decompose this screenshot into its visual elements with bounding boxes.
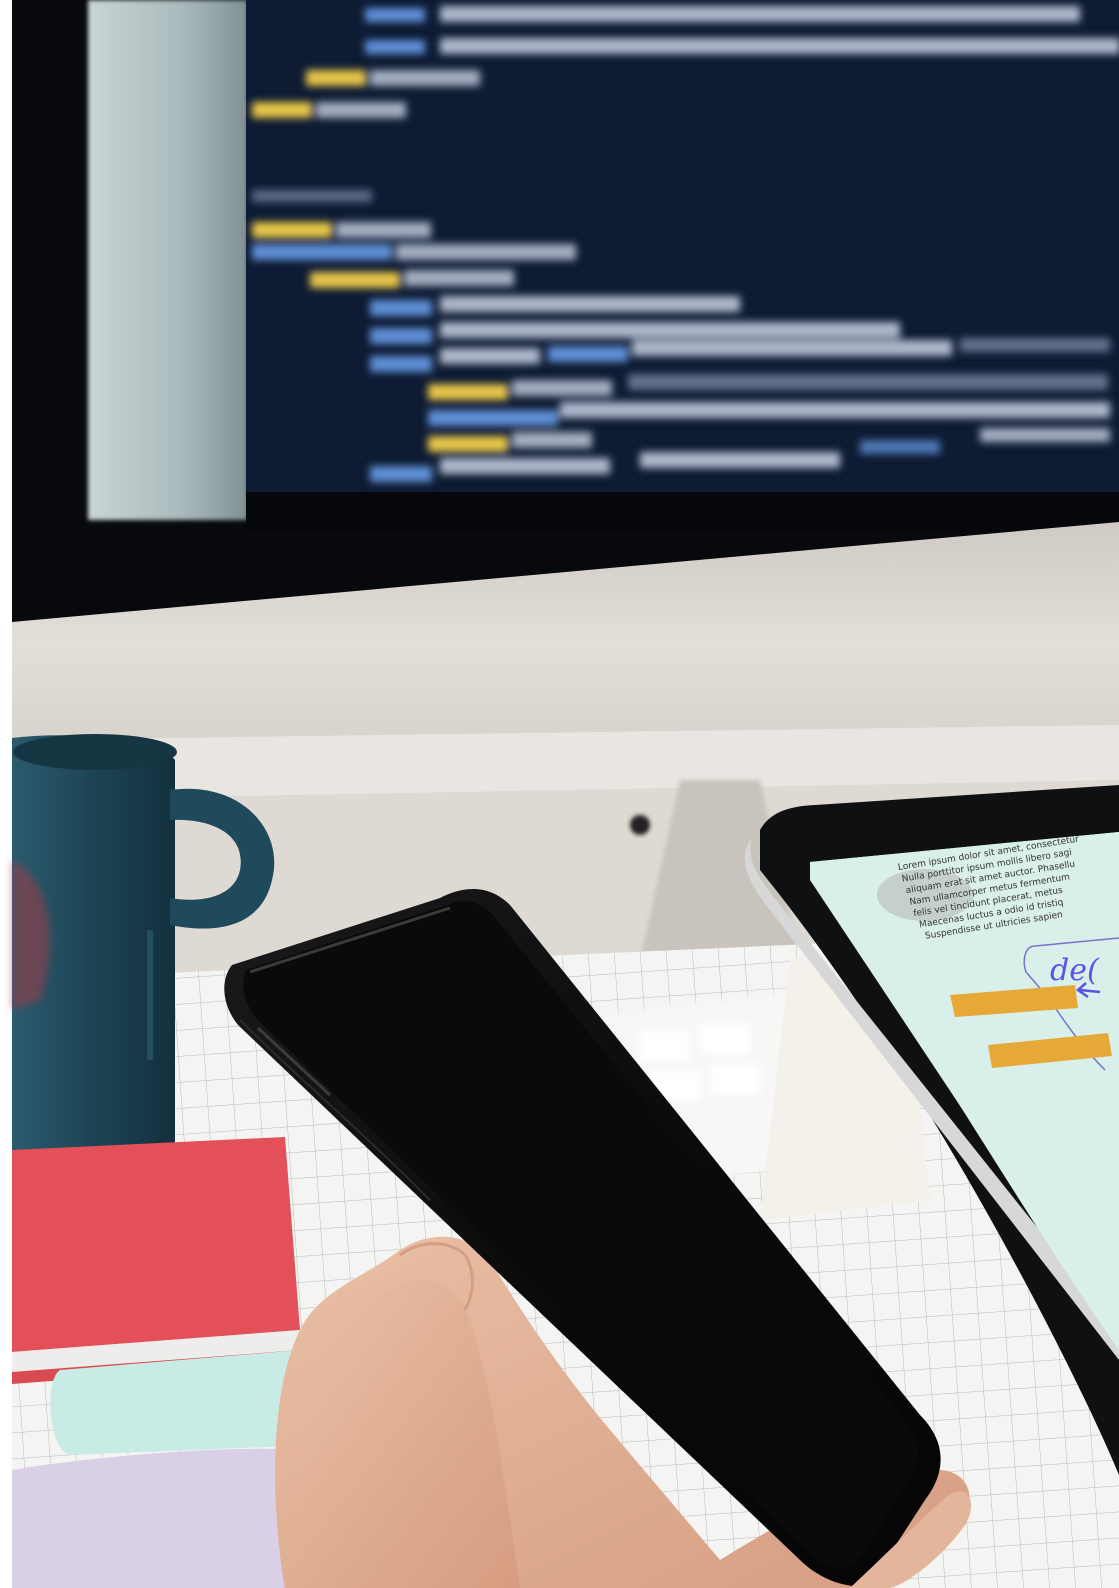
- workspace-photo: Lorem ipsum dolor sit amet, consectetur …: [0, 0, 1119, 1588]
- tablet-handwriting: de(: [1050, 953, 1100, 988]
- lavender-case: [12, 1448, 300, 1588]
- workspace-scene: Lorem ipsum dolor sit amet, consectetur …: [0, 0, 1119, 1588]
- red-notebook: [12, 1137, 300, 1384]
- monitor: [12, 0, 1119, 820]
